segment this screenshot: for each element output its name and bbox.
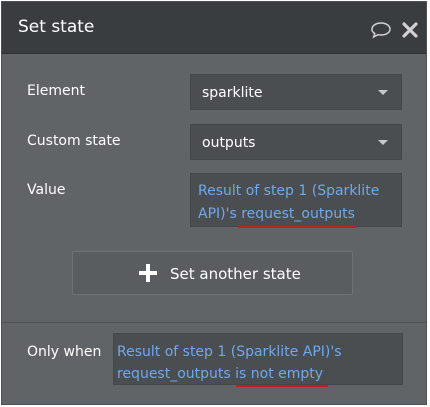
value-label: Value xyxy=(27,182,66,198)
only-when-label: Only when xyxy=(27,344,102,360)
element-label: Element xyxy=(27,83,85,99)
custom-state-label: Custom state xyxy=(27,133,121,149)
custom-state-dropdown[interactable]: outputs xyxy=(190,124,402,160)
dialog-title: Set state xyxy=(18,17,95,37)
value-annotation-underline xyxy=(238,226,356,228)
set-another-state-label: Set another state xyxy=(170,265,301,283)
value-expression-field[interactable]: Result of step 1 (Sparklite API)'s reque… xyxy=(190,173,402,227)
set-another-state-button[interactable]: Set another state xyxy=(72,251,353,295)
close-icon[interactable] xyxy=(402,22,418,38)
element-dropdown[interactable]: sparklite xyxy=(190,74,402,110)
element-value: sparklite xyxy=(202,85,263,101)
chevron-down-icon xyxy=(378,140,388,145)
section-divider xyxy=(2,322,426,323)
custom-state-value: outputs xyxy=(202,135,256,151)
dialog-header: Set state xyxy=(2,2,426,54)
only-when-expression-line-1: Result of step 1 (Sparklite API)'s xyxy=(117,344,342,360)
only-when-annotation-underline xyxy=(236,385,328,387)
comment-icon[interactable] xyxy=(370,21,392,39)
plus-icon xyxy=(139,264,157,282)
only-when-expression-field[interactable]: Result of step 1 (Sparklite API)'s reque… xyxy=(113,333,403,385)
chevron-down-icon xyxy=(378,90,388,95)
value-expression-line-2: API)'s request_outputs xyxy=(198,206,355,222)
value-expression-line-1: Result of step 1 (Sparklite xyxy=(198,183,380,199)
only-when-expression-line-2: request_outputs is not empty xyxy=(117,366,324,382)
set-state-dialog: Set state Element sparklite Custom state… xyxy=(1,1,427,405)
